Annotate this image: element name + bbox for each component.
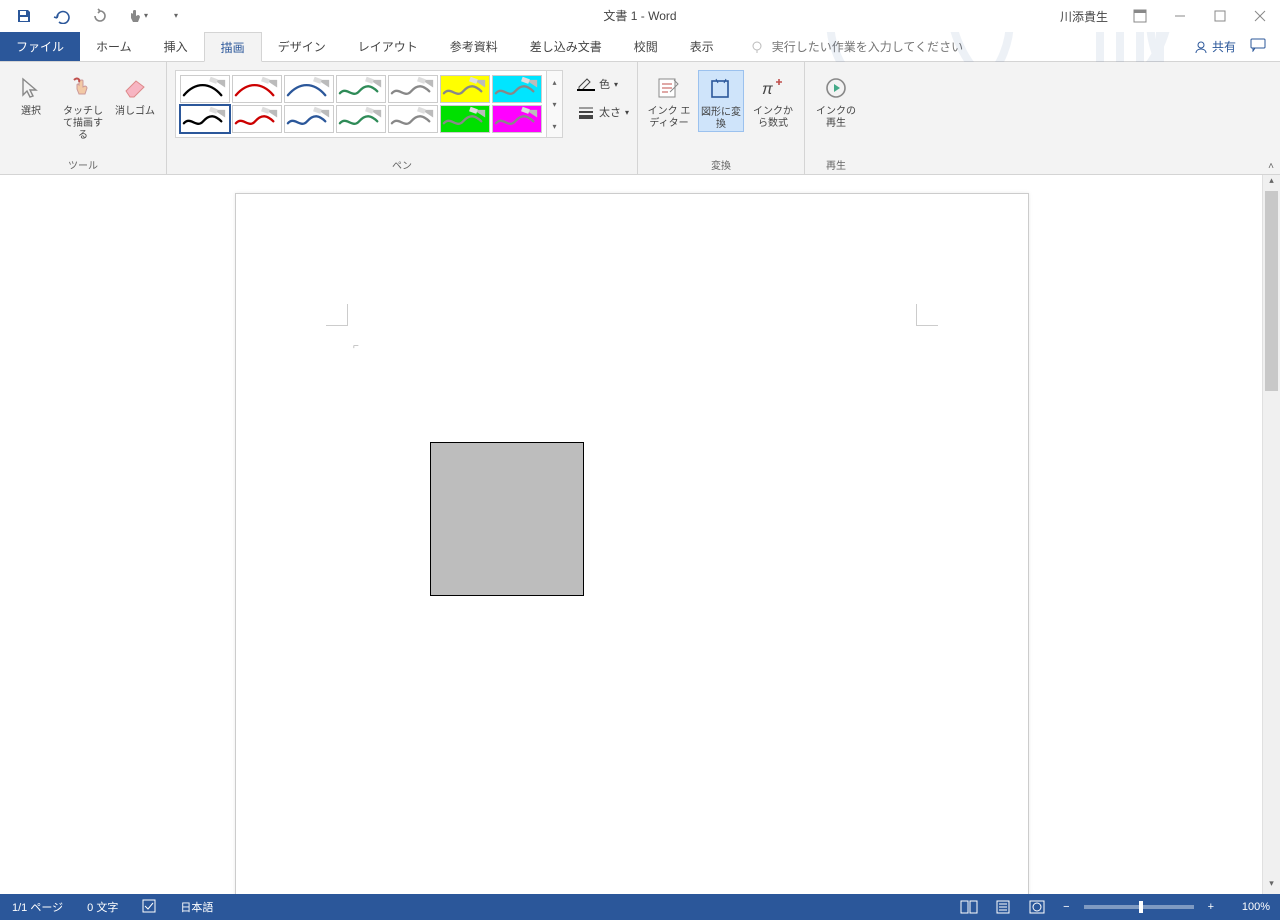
ink-editor-button[interactable]: インク エディター xyxy=(646,70,692,130)
vertical-scrollbar[interactable]: ▴ ▾ xyxy=(1262,175,1280,894)
pen-swatch[interactable] xyxy=(440,75,490,103)
touch-draw-button[interactable]: タッチして描画する xyxy=(60,70,106,142)
group-tools-label: ツール xyxy=(68,153,98,174)
select-button[interactable]: 選択 xyxy=(8,70,54,118)
scroll-thumb[interactable] xyxy=(1265,191,1278,391)
tell-me-input[interactable] xyxy=(770,39,970,55)
group-convert-label: 変換 xyxy=(711,153,731,174)
share-label: 共有 xyxy=(1212,38,1236,55)
zoom-in-button[interactable]: + xyxy=(1204,901,1218,913)
comments-icon[interactable] xyxy=(1250,38,1266,55)
pen-swatch[interactable] xyxy=(180,75,230,103)
ink-to-math-icon: π xyxy=(759,74,787,102)
margin-marker xyxy=(916,304,938,326)
pen-gallery-expand[interactable]: ▴▾▾ xyxy=(547,70,563,138)
ink-replay-button[interactable]: インクの再生 xyxy=(813,70,859,130)
tab-layout[interactable]: レイアウト xyxy=(342,32,434,61)
share-button[interactable]: 共有 xyxy=(1194,38,1236,55)
scroll-down-icon[interactable]: ▾ xyxy=(1263,878,1280,894)
status-word-count[interactable]: 0 文字 xyxy=(75,899,130,915)
quick-access-toolbar: ▾ ▾ xyxy=(0,6,186,26)
pen-swatch[interactable] xyxy=(440,105,490,133)
ink-replay-icon xyxy=(822,74,850,102)
pen-swatch[interactable] xyxy=(492,105,542,133)
pen-swatch[interactable] xyxy=(232,105,282,133)
cursor-icon xyxy=(17,74,45,102)
tab-home[interactable]: ホーム xyxy=(80,32,148,61)
tab-insert[interactable]: 挿入 xyxy=(148,32,204,61)
pen-swatch[interactable] xyxy=(284,105,334,133)
eraser-icon xyxy=(121,74,149,102)
tab-references[interactable]: 参考資料 xyxy=(434,32,514,61)
document-page[interactable]: ⌐ xyxy=(235,193,1029,894)
group-replay-label: 再生 xyxy=(826,153,846,174)
collapse-ribbon-icon[interactable]: ˄ xyxy=(1268,161,1274,172)
status-language[interactable]: 日本語 xyxy=(168,899,225,915)
zoom-slider[interactable] xyxy=(1084,905,1194,909)
tab-file[interactable]: ファイル xyxy=(0,32,80,61)
text-cursor: ⌐ xyxy=(353,341,359,352)
pen-swatch[interactable] xyxy=(388,105,438,133)
group-pen-label: ペン xyxy=(392,153,412,174)
ribbon: 選択 タッチして描画する 消しゴム ツール ▴▾▾ 色▾ xyxy=(0,62,1280,175)
tab-view[interactable]: 表示 xyxy=(674,32,730,61)
eraser-button[interactable]: 消しゴム xyxy=(112,70,158,118)
zoom-level[interactable]: 100% xyxy=(1228,901,1270,913)
svg-text:π: π xyxy=(762,81,773,98)
margin-marker xyxy=(326,304,348,326)
web-layout-icon[interactable] xyxy=(1025,897,1049,917)
minimize-icon[interactable] xyxy=(1166,2,1194,30)
pen-swatch[interactable] xyxy=(284,75,334,103)
pen-swatch[interactable] xyxy=(232,75,282,103)
read-mode-icon[interactable] xyxy=(957,897,981,917)
finger-draw-icon xyxy=(69,74,97,102)
window-title: 文書 1 ‐ Word xyxy=(603,7,676,24)
document-area: ⌐ ▴ ▾ xyxy=(0,175,1280,894)
group-tools: 選択 タッチして描画する 消しゴム ツール xyxy=(0,62,167,174)
status-bar: 1/1 ページ 0 文字 日本語 − + 100% xyxy=(0,894,1280,920)
pen-swatch[interactable] xyxy=(336,105,386,133)
pen-swatch[interactable] xyxy=(492,75,542,103)
ribbon-tabs: ファイル ホーム 挿入 描画 デザイン レイアウト 参考資料 差し込み文書 校閲… xyxy=(0,32,1280,62)
share-icon xyxy=(1194,40,1208,54)
tab-review[interactable]: 校閲 xyxy=(618,32,674,61)
ink-to-shape-button[interactable]: 図形に変換 xyxy=(698,70,744,132)
pen-weight-button[interactable]: 太さ▾ xyxy=(577,102,629,122)
ink-to-math-button[interactable]: π インクから数式 xyxy=(750,70,796,130)
zoom-out-button[interactable]: − xyxy=(1059,901,1073,913)
ribbon-display-options-icon[interactable] xyxy=(1126,2,1154,30)
ink-editor-icon xyxy=(655,74,683,102)
undo-icon[interactable] xyxy=(52,6,72,26)
tab-design[interactable]: デザイン xyxy=(262,32,342,61)
drawn-rectangle-shape[interactable] xyxy=(430,442,584,596)
tab-draw[interactable]: 描画 xyxy=(204,32,262,62)
tell-me-search[interactable] xyxy=(750,32,970,61)
scroll-up-icon[interactable]: ▴ xyxy=(1263,175,1280,191)
pen-swatch[interactable] xyxy=(336,75,386,103)
print-layout-icon[interactable] xyxy=(991,897,1015,917)
lightbulb-icon xyxy=(750,40,764,54)
pen-weight-icon xyxy=(577,105,595,119)
account-name[interactable]: 川添貴生 xyxy=(1060,8,1108,25)
close-icon[interactable] xyxy=(1246,2,1274,30)
title-bar: ▾ ▾ 文書 1 ‐ Word 川添貴生 xyxy=(0,0,1280,32)
qat-customize-icon[interactable]: ▾ xyxy=(166,6,186,26)
maximize-icon[interactable] xyxy=(1206,2,1234,30)
pen-color-icon xyxy=(577,77,595,91)
group-replay: インクの再生 再生 xyxy=(805,62,867,174)
ink-to-shape-icon xyxy=(707,75,735,103)
save-icon[interactable] xyxy=(14,6,34,26)
pen-swatch[interactable] xyxy=(180,105,230,133)
redo-icon[interactable] xyxy=(90,6,110,26)
group-convert: インク エディター 図形に変換 π インクから数式 変換 xyxy=(638,62,805,174)
pen-color-button[interactable]: 色▾ xyxy=(577,74,629,94)
pen-gallery[interactable] xyxy=(175,70,547,138)
tab-mailings[interactable]: 差し込み文書 xyxy=(514,32,618,61)
group-pen: ▴▾▾ 色▾ 太さ▾ ペン xyxy=(167,62,638,174)
pen-swatch[interactable] xyxy=(388,75,438,103)
status-page[interactable]: 1/1 ページ xyxy=(0,899,75,915)
touch-mode-icon[interactable]: ▾ xyxy=(128,6,148,26)
status-proofing-icon[interactable] xyxy=(130,899,168,916)
